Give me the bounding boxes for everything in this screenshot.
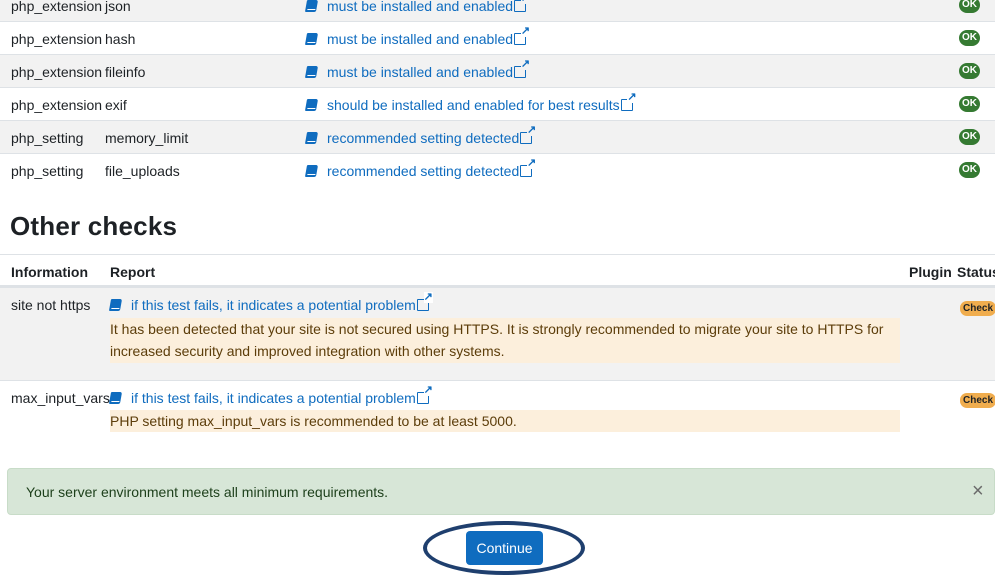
book-icon <box>304 33 319 45</box>
table-row: php_setting memory_limit recommended set… <box>0 120 995 153</box>
header-information: Information <box>11 264 88 280</box>
book-icon <box>304 99 319 111</box>
report-link[interactable]: if this test fails, it indicates a poten… <box>108 292 433 313</box>
status-badge: OK <box>959 96 980 112</box>
row-information: site not https <box>11 297 91 313</box>
row-name: fileinfo <box>105 64 146 80</box>
continue-button[interactable]: Continue <box>466 531 543 565</box>
external-link-icon <box>520 158 537 177</box>
book-icon <box>304 132 319 144</box>
environment-table: php_extension json must be installed and… <box>0 0 995 186</box>
table-row: php_extension exif should be installed a… <box>0 87 995 120</box>
warning-note: It has been detected that your site is n… <box>110 318 900 363</box>
table-row: php_extension hash must be installed and… <box>0 21 995 54</box>
success-alert: Your server environment meets all minimu… <box>7 468 995 515</box>
external-link-icon <box>416 385 433 404</box>
table-row: site not https if this test fails, it in… <box>0 287 995 380</box>
external-link-icon <box>620 92 637 111</box>
status-badge: OK <box>959 129 980 145</box>
table-row: php_setting file_uploads recommended set… <box>0 153 995 186</box>
row-name: json <box>105 0 131 14</box>
status-badge: OK <box>959 63 980 79</box>
book-icon <box>108 299 123 311</box>
row-type: php_setting <box>11 163 84 179</box>
close-icon[interactable]: × <box>972 481 984 501</box>
row-type: php_extension <box>11 31 103 47</box>
row-type: php_setting <box>11 130 84 146</box>
status-badge: Check <box>960 393 995 408</box>
status-badge: OK <box>959 30 980 46</box>
book-icon <box>304 0 319 12</box>
report-link[interactable]: should be installed and enabled for best… <box>304 92 637 113</box>
report-link[interactable]: recommended setting detected <box>304 125 537 146</box>
warning-note: PHP setting max_input_vars is recommende… <box>110 410 900 432</box>
book-icon <box>304 165 319 177</box>
row-name: memory_limit <box>105 130 189 146</box>
row-name: file_uploads <box>105 163 180 179</box>
table-row: php_extension json must be installed and… <box>0 0 995 21</box>
row-name: exif <box>105 97 127 113</box>
book-icon <box>108 392 123 404</box>
report-link[interactable]: recommended setting detected <box>304 158 537 179</box>
report-link[interactable]: if this test fails, it indicates a poten… <box>108 385 433 406</box>
table-row: php_extension fileinfo must be installed… <box>0 54 995 87</box>
row-type: php_extension <box>11 64 103 80</box>
status-badge: OK <box>959 0 980 13</box>
report-link[interactable]: must be installed and enabled <box>304 26 531 47</box>
external-link-icon <box>520 125 537 144</box>
header-report: Report <box>110 264 156 280</box>
header-plugin: Plugin <box>909 264 952 280</box>
report-link[interactable]: must be installed and enabled <box>304 59 531 80</box>
alert-message: Your server environment meets all minimu… <box>26 484 389 500</box>
external-link-icon <box>416 292 433 311</box>
status-badge: Check <box>960 301 995 316</box>
row-information: max_input_vars <box>11 390 110 406</box>
row-name: hash <box>105 31 136 47</box>
external-link-icon <box>514 0 531 12</box>
status-badge: OK <box>959 162 980 178</box>
section-title: Other checks <box>10 211 178 241</box>
header-status: Status <box>957 264 995 280</box>
table-row: max_input_vars if this test fails, it in… <box>0 380 995 450</box>
table-header: Information Report Plugin Status <box>0 254 995 287</box>
row-type: php_extension <box>11 97 103 113</box>
book-icon <box>304 66 319 78</box>
row-type: php_extension <box>11 0 103 14</box>
report-link[interactable]: must be installed and enabled <box>304 0 531 14</box>
external-link-icon <box>514 59 531 78</box>
external-link-icon <box>514 26 531 45</box>
